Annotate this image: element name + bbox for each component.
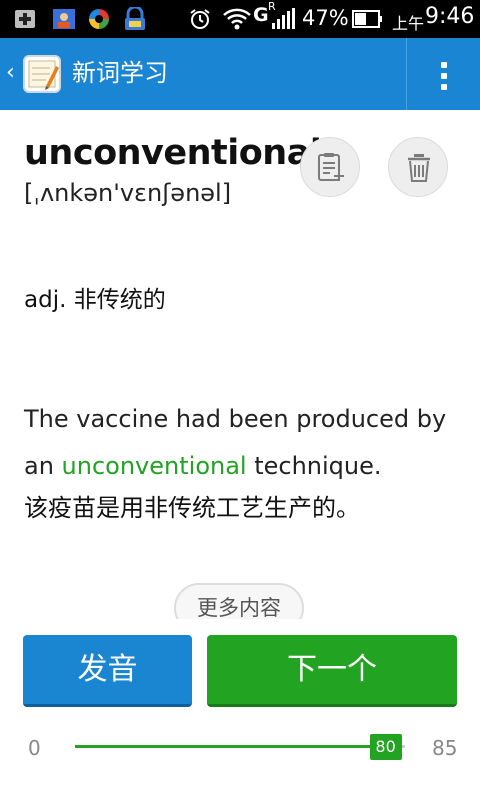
battery-icon (352, 10, 382, 28)
word-heading: unconventional (24, 133, 322, 173)
trash-icon (408, 154, 430, 182)
example-text-after: technique. (246, 452, 382, 480)
delete-word-button[interactable] (388, 137, 448, 197)
add-note-icon (318, 153, 344, 181)
progress-slider-thumb[interactable]: 80 (369, 734, 402, 760)
signal-strength-icon (272, 8, 295, 29)
word-definition: adj. 非传统的 (24, 287, 166, 313)
status-bar: G R 47% 上午 9:46 (0, 0, 480, 38)
back-button[interactable]: ‹ 新词学习 (0, 38, 200, 110)
action-bar-divider (406, 38, 407, 110)
progress-slider-track[interactable] (75, 745, 405, 748)
example-sentence: The vaccine had been produced by an unco… (24, 396, 464, 490)
action-bar: ‹ 新词学习 (0, 38, 480, 110)
sim-lock-icon (125, 7, 145, 30)
more-vert-icon-dot (441, 84, 447, 90)
add-notification-icon (15, 10, 35, 28)
add-to-wordbook-button[interactable] (300, 137, 360, 197)
pronounce-button[interactable]: 发音 (23, 635, 192, 707)
app-logo-icon (23, 55, 61, 93)
alarm-icon (190, 9, 210, 29)
more-vert-icon-dot (441, 73, 447, 79)
word-phonetic: [ˌʌnkən'vɛnʃənəl] (24, 179, 232, 207)
network-type-label: G (253, 4, 269, 26)
more-vert-icon (441, 62, 447, 68)
overflow-menu-button[interactable] (408, 38, 480, 110)
progress-min-label: 0 (28, 736, 41, 760)
progress-slider-fill (75, 745, 386, 748)
example-highlight-word: unconventional (61, 452, 247, 480)
example-translation: 该疫苗是用非传统工艺生产的。 (24, 494, 360, 522)
contacts-notification-icon (53, 9, 75, 29)
browser-notification-icon (89, 9, 109, 29)
clock-time: 9:46 (425, 4, 475, 29)
wifi-icon (223, 8, 251, 30)
battery-percent: 47% (302, 6, 349, 30)
next-word-button[interactable]: 下一个 (207, 635, 457, 707)
progress-max-label: 85 (432, 736, 458, 760)
chevron-left-icon: ‹ (6, 60, 15, 85)
page-title: 新词学习 (72, 59, 168, 87)
time-prefix: 上午 (392, 14, 425, 33)
